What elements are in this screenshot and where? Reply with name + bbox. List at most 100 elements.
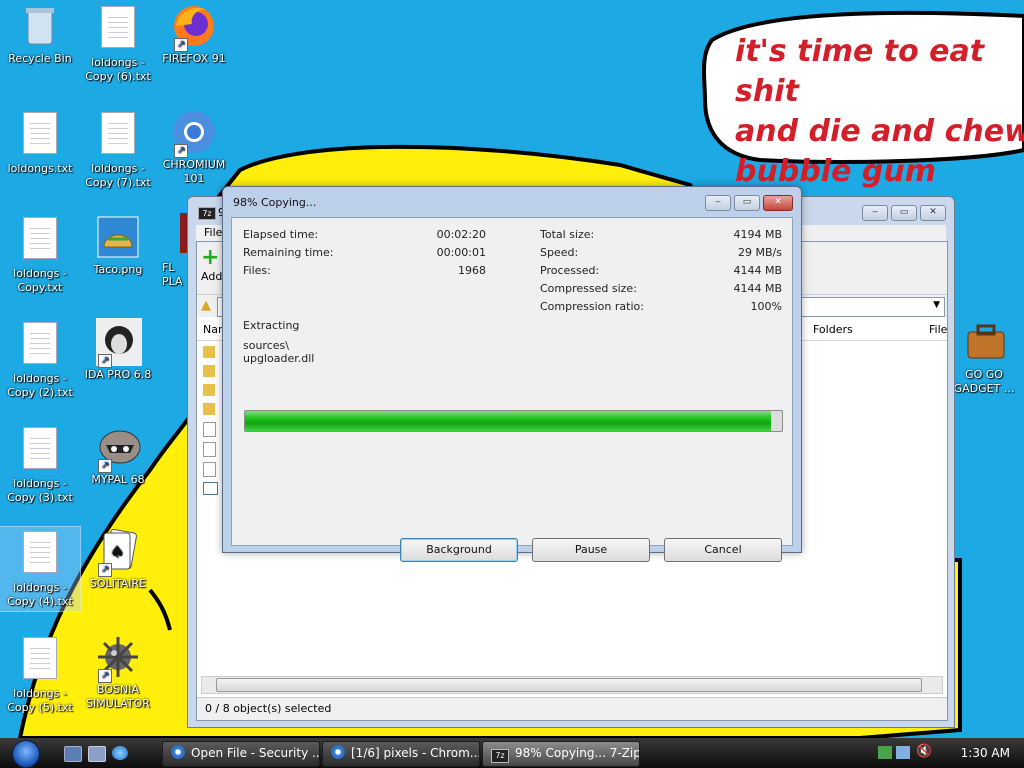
tray-app-icon[interactable] bbox=[896, 746, 910, 759]
text-file-icon bbox=[16, 427, 64, 475]
file-icon[interactable] bbox=[203, 442, 216, 457]
column-folders[interactable]: Folders bbox=[813, 323, 853, 336]
desktop-icon-loldongs-copy-6[interactable]: loldongs - Copy (6).txt bbox=[78, 2, 158, 84]
speed-label: Speed: bbox=[540, 246, 579, 259]
desktop-icon-taco[interactable]: Taco.png bbox=[78, 213, 158, 277]
processed-label: Processed: bbox=[540, 264, 600, 277]
speed-value: 29 MB/s bbox=[738, 246, 782, 259]
desktop-icon-loldongs-copy-2[interactable]: loldongs - Copy (2).txt bbox=[0, 318, 80, 400]
column-files[interactable]: File bbox=[929, 323, 947, 336]
folder-icon[interactable] bbox=[203, 346, 215, 358]
dropdown-arrow-icon[interactable]: ▼ bbox=[933, 300, 940, 310]
desktop-icon-ida-pro[interactable]: ↗ IDA PRO 6.8 bbox=[78, 318, 158, 382]
elapsed-time-label: Elapsed time: bbox=[243, 228, 319, 241]
taskbar-item-pixels-chromium[interactable]: [1/6] pixels - Chrom... bbox=[322, 741, 480, 767]
desktop-icon-recycle-bin[interactable]: Recycle Bin bbox=[0, 2, 80, 66]
maximize-button[interactable]: ▭ bbox=[891, 205, 917, 221]
status-text: 0 / 8 object(s) selected bbox=[205, 702, 332, 715]
dialog-content: Elapsed time: 00:02:20 Remaining time: 0… bbox=[231, 217, 793, 562]
text-file-icon bbox=[16, 322, 64, 370]
desktop-icon-mypal[interactable]: ↗ MYPAL 68 bbox=[78, 423, 158, 487]
folder-icon[interactable] bbox=[203, 384, 215, 396]
dialog-title: 98% Copying... bbox=[233, 196, 317, 209]
horizontal-scrollbar[interactable] bbox=[201, 676, 943, 694]
menu-file[interactable]: File bbox=[204, 226, 222, 239]
taskbar-item-label: 98% Copying... 7-Zip bbox=[515, 746, 640, 760]
clock[interactable]: 1:30 AM bbox=[961, 738, 1010, 768]
close-button[interactable]: ✕ bbox=[920, 205, 946, 221]
firefox-icon: ↗ bbox=[170, 2, 218, 52]
settings-file-icon[interactable] bbox=[203, 422, 216, 437]
current-file-name: upgloader.dll bbox=[243, 352, 315, 365]
show-desktop-icon[interactable] bbox=[64, 746, 82, 762]
speech-bubble-text: it's time to eat shit and die and chew b… bbox=[735, 32, 1024, 192]
windows-orb-icon bbox=[12, 740, 40, 768]
minimize-button[interactable]: ‒ bbox=[705, 195, 731, 211]
switch-windows-icon[interactable] bbox=[88, 746, 106, 762]
internet-explorer-icon[interactable] bbox=[112, 746, 128, 760]
text-file-icon bbox=[94, 112, 142, 160]
file-icon[interactable] bbox=[203, 462, 216, 477]
up-folder-icon[interactable]: ▲ bbox=[201, 298, 211, 313]
total-size-label: Total size: bbox=[540, 228, 595, 241]
operation-label: Extracting bbox=[243, 319, 300, 332]
desktop-icon-loldongs-copy-7[interactable]: loldongs - Copy (7).txt bbox=[78, 108, 158, 190]
copying-progress-dialog[interactable]: 98% Copying... ‒ ▭ ✕ Elapsed time: 00:02… bbox=[222, 186, 802, 562]
desktop-icon-loldongs-copy-3[interactable]: loldongs - Copy (3).txt bbox=[0, 423, 80, 505]
text-file-icon bbox=[16, 637, 64, 685]
desktop-icon-loldongs-copy-4[interactable]: loldongs - Copy (4).txt bbox=[0, 526, 81, 612]
taskbar-item-7zip-copying[interactable]: 7z 98% Copying... 7-Zip bbox=[482, 741, 640, 767]
shortcut-arrow-icon: ↗ bbox=[98, 669, 112, 683]
window-file-icon[interactable] bbox=[203, 482, 218, 495]
desktop-icon-loldongs[interactable]: loldongs.txt bbox=[0, 108, 80, 176]
desktop-icon-gadget[interactable]: GO GO GADGET ... bbox=[944, 318, 1024, 396]
text-file-icon bbox=[94, 6, 142, 54]
text-file-icon bbox=[16, 112, 64, 160]
raccoon-icon: ↗ bbox=[94, 423, 142, 473]
desktop-icon-solitaire[interactable]: ♠ ↗ SOLITAIRE bbox=[78, 527, 158, 591]
compression-ratio-value: 100% bbox=[750, 300, 782, 313]
cards-icon: ♠ ↗ bbox=[94, 527, 142, 577]
ida-pro-icon: ↗ bbox=[94, 318, 142, 368]
folder-icon[interactable] bbox=[203, 403, 215, 415]
desktop-icon-label: loldongs.txt bbox=[7, 162, 73, 175]
cancel-button[interactable]: Cancel bbox=[664, 538, 782, 562]
start-button[interactable] bbox=[4, 738, 48, 768]
compressed-size-label: Compressed size: bbox=[540, 282, 637, 295]
desktop-icon-chromium[interactable]: ↗ CHROMIUM 101 bbox=[154, 108, 234, 186]
desktop-icon-loldongs-copy[interactable]: loldongs - Copy.txt bbox=[0, 213, 80, 295]
progress-bar bbox=[244, 410, 783, 432]
shortcut-arrow-icon: ↗ bbox=[98, 354, 112, 368]
shortcut-arrow-icon: ↗ bbox=[98, 459, 112, 473]
desktop-icon-label: loldongs - Copy (4).txt bbox=[7, 581, 73, 608]
folder-icon[interactable] bbox=[203, 365, 215, 377]
network-icon[interactable] bbox=[878, 746, 892, 759]
current-path-folder: sources\ bbox=[243, 339, 289, 352]
minimize-button[interactable]: ‒ bbox=[862, 205, 888, 221]
desktop-icon-label: Taco.png bbox=[93, 263, 143, 276]
taskbar-item-open-file[interactable]: Open File - Security ... bbox=[162, 741, 320, 767]
text-file-icon bbox=[16, 217, 64, 265]
files-value: 1968 bbox=[458, 264, 486, 277]
desktop-icon-loldongs-copy-5[interactable]: loldongs - Copy (5).txt bbox=[0, 633, 80, 715]
remaining-time-value: 00:00:01 bbox=[436, 246, 486, 259]
briefcase-icon bbox=[960, 318, 1008, 366]
desktop-icon-firefox[interactable]: ↗ FIREFOX 91 bbox=[154, 2, 234, 66]
mine-icon: ↗ bbox=[94, 633, 142, 683]
desktop-icon-bosnia-simulator[interactable]: ↗ BOSNIA SIMULATOR bbox=[78, 633, 158, 711]
background-button[interactable]: Background bbox=[400, 538, 518, 562]
scroll-thumb[interactable] bbox=[216, 678, 922, 692]
file-row-icons bbox=[203, 346, 218, 495]
chromium-icon bbox=[331, 745, 345, 759]
maximize-button[interactable]: ▭ bbox=[734, 195, 760, 211]
pause-button[interactable]: Pause bbox=[532, 538, 650, 562]
remaining-time-label: Remaining time: bbox=[243, 246, 334, 259]
close-button[interactable]: ✕ bbox=[763, 195, 793, 211]
speaker-muted-icon[interactable]: 🔇 bbox=[916, 744, 932, 759]
system-tray: 🔇 1:30 AM bbox=[874, 738, 1024, 768]
desktop-icon-label: FIREFOX 91 bbox=[162, 52, 226, 65]
compressed-size-value: 4144 MB bbox=[733, 282, 782, 295]
shortcut-arrow-icon: ↗ bbox=[174, 38, 188, 52]
desktop-icon-label: loldongs - Copy (2).txt bbox=[7, 372, 73, 399]
chromium-icon bbox=[171, 745, 185, 759]
